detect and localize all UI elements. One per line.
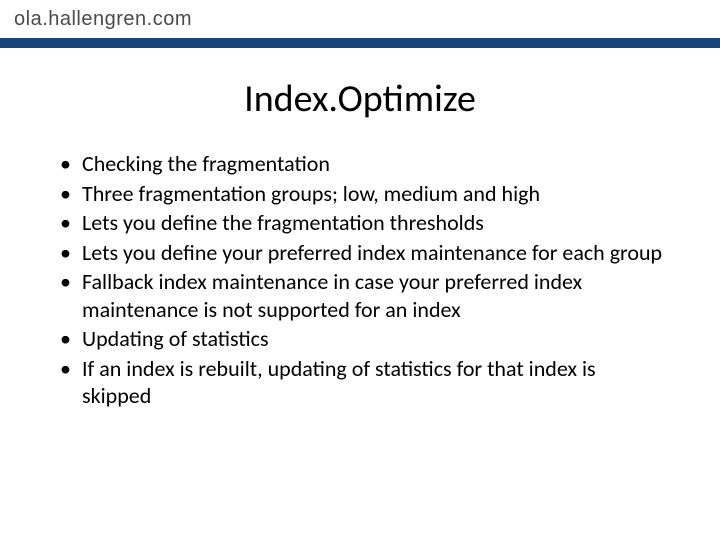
content-area: Checking the fragmentation Three fragmen… bbox=[0, 122, 720, 410]
header-bar: ola.hallengren.com bbox=[0, 0, 720, 48]
list-item: Updating of statistics bbox=[54, 325, 666, 353]
slide-title: Index.Optimize bbox=[0, 76, 720, 122]
list-item: Checking the fragmentation bbox=[54, 150, 666, 178]
list-item: If an index is rebuilt, updating of stat… bbox=[54, 355, 666, 410]
bullet-list: Checking the fragmentation Three fragmen… bbox=[54, 150, 666, 410]
list-item: Three fragmentation groups; low, medium … bbox=[54, 180, 666, 208]
list-item: Lets you define the fragmentation thresh… bbox=[54, 209, 666, 237]
slide: ola.hallengren.com Index.Optimize Checki… bbox=[0, 0, 720, 540]
list-item: Lets you define your preferred index mai… bbox=[54, 239, 666, 267]
list-item: Fallback index maintenance in case your … bbox=[54, 268, 666, 323]
site-url: ola.hallengren.com bbox=[14, 8, 192, 31]
